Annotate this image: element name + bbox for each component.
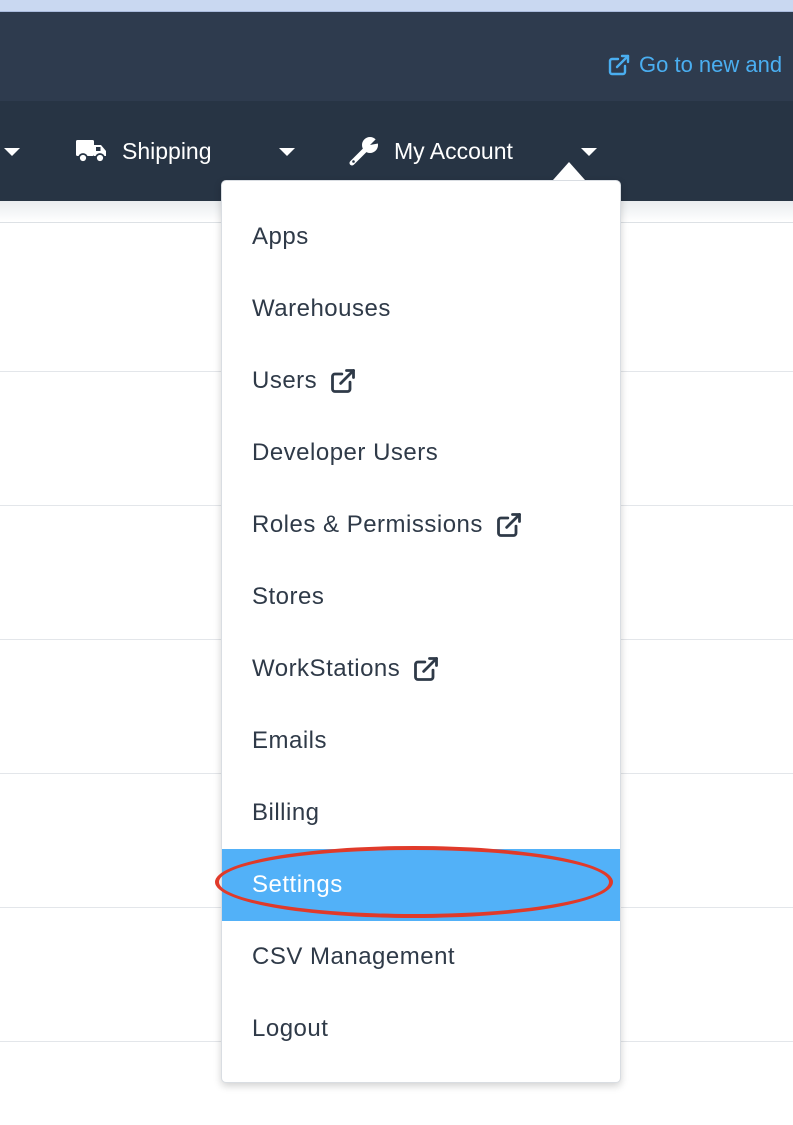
menu-item-label: Developer Users [252,439,439,466]
external-link-icon [414,657,439,681]
menu-item-emails[interactable]: Emails [222,705,620,777]
external-link-icon [331,369,356,393]
shipping-caret-icon[interactable] [279,148,295,156]
menu-item-label: Settings [252,871,343,898]
menu-item-apps[interactable]: Apps [222,201,620,273]
menu-item-label: Users [252,367,318,394]
nav-item-my-account[interactable]: My Account [348,133,513,169]
menu-item-label: Apps [252,223,309,250]
nav-item-my-account-label: My Account [394,137,513,164]
menu-item-warehouses[interactable]: Warehouses [222,273,620,345]
menu-item-label: Warehouses [252,295,391,322]
menu-item-label: Logout [252,1015,329,1042]
menu-item-logout[interactable]: Logout [222,993,620,1065]
menu-item-label: WorkStations [252,655,401,682]
my-account-caret-icon[interactable] [581,148,597,156]
external-link-icon [608,54,630,76]
nav-previous-caret-icon[interactable] [4,148,20,156]
dropdown-pointer-arrow [553,162,585,180]
menu-item-stores[interactable]: Stores [222,561,620,633]
go-to-new-link-label: Go to new and [639,52,783,77]
wrench-icon [349,136,380,166]
menu-item-label: CSV Management [252,943,456,970]
external-link-icon [497,513,521,537]
menu-item-roles-permissions[interactable]: Roles & Permissions [222,489,620,561]
menu-item-billing[interactable]: Billing [222,777,620,849]
menu-item-developer-users[interactable]: Developer Users [222,417,620,489]
menu-item-settings[interactable]: Settings [222,849,620,921]
menu-item-users[interactable]: Users [222,345,620,417]
menu-item-label: Emails [252,727,328,754]
menu-item-label: Roles & Permissions [252,511,483,538]
go-to-new-link[interactable]: Go to new and [607,52,782,78]
menu-item-label: Billing [252,799,320,826]
my-account-dropdown-menu: Apps Warehouses Users Developer Users Ro… [221,180,621,1083]
browser-top-strip [0,0,793,12]
nav-item-shipping-label: Shipping [122,137,212,164]
nav-item-shipping[interactable]: Shipping [74,133,212,169]
menu-item-csv-management[interactable]: CSV Management [222,921,620,993]
header-top-bar: Go to new and [0,12,793,101]
menu-item-label: Stores [252,583,325,610]
menu-item-workstations[interactable]: WorkStations [222,633,620,705]
truck-icon [76,140,106,163]
